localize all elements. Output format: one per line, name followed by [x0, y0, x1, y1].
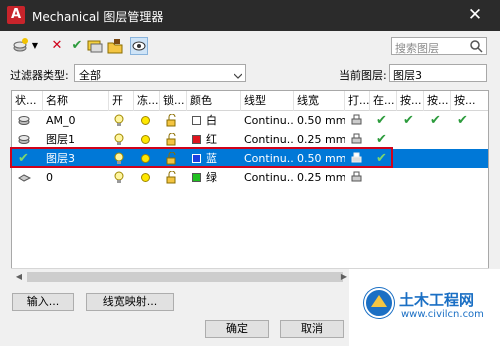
layer-name: 0: [46, 171, 53, 184]
layer-name: AM_0: [46, 114, 76, 127]
filter-type-value: 全部: [79, 69, 101, 82]
column-lock[interactable]: 锁...: [160, 91, 187, 111]
column-on[interactable]: 开: [109, 91, 134, 111]
color-swatch[interactable]: [192, 135, 201, 144]
window-title: Mechanical 图层管理器: [32, 10, 164, 24]
printer-icon[interactable]: [350, 133, 363, 146]
linewidth-map-button[interactable]: 线宽映射...: [86, 293, 174, 311]
lightbulb-icon[interactable]: [113, 114, 126, 127]
column-vp4[interactable]: 按...: [451, 91, 488, 111]
unlock-icon[interactable]: [165, 170, 178, 184]
linetype-value[interactable]: Continu...: [241, 111, 294, 130]
color-name: 绿: [206, 171, 217, 184]
title-bar: A Mechanical 图层管理器 ✕: [0, 0, 500, 31]
ok-button[interactable]: 确定: [205, 320, 269, 338]
current-layer-label: 当前图层:: [339, 69, 387, 82]
input-button[interactable]: 输入...: [12, 293, 74, 311]
sun-icon[interactable]: [139, 133, 152, 146]
color-name: 白: [206, 114, 217, 127]
watermark-name: 土木工程网: [399, 291, 475, 309]
column-linetype[interactable]: 线型: [241, 91, 294, 111]
watermark-logo-icon: [363, 287, 395, 319]
table-header: 状... 名称 开 冻... 锁... 颜色 线型 线宽 打... 在... 按…: [12, 91, 488, 111]
layer-manager-window: A Mechanical 图层管理器 ✕ ▼ ✕ ✔ 搜索图层 过滤器类型: 全…: [0, 0, 500, 346]
dropdown-icon[interactable]: ▼: [30, 37, 40, 55]
scroll-left-icon[interactable]: ◀: [14, 272, 24, 282]
search-icon[interactable]: [469, 39, 483, 53]
sun-icon[interactable]: [139, 171, 152, 184]
printer-icon[interactable]: [350, 114, 363, 127]
lineweight-value[interactable]: 0.50 mm: [294, 111, 345, 130]
cancel-button[interactable]: 取消: [280, 320, 344, 338]
search-input[interactable]: 搜索图层: [391, 37, 487, 55]
layer-table: 状... 名称 开 冻... 锁... 颜色 线型 线宽 打... 在... 按…: [11, 90, 489, 284]
color-swatch[interactable]: [192, 116, 201, 125]
layer-arrow-icon: [18, 171, 32, 184]
unlock-icon[interactable]: [165, 113, 178, 127]
column-color[interactable]: 颜色: [187, 91, 241, 111]
column-freeze[interactable]: 冻...: [134, 91, 160, 111]
lightbulb-icon[interactable]: [113, 133, 126, 146]
new-layer-icon[interactable]: [12, 37, 30, 55]
lineweight-value[interactable]: 0.25 mm: [294, 168, 345, 187]
delete-icon[interactable]: ✕: [48, 37, 66, 55]
folder-icon[interactable]: [106, 37, 124, 55]
scroll-right-icon[interactable]: ▶: [339, 272, 349, 282]
column-vp1[interactable]: 在...: [370, 91, 397, 111]
printer-icon[interactable]: [350, 171, 363, 184]
filter-type-label: 过滤器类型:: [10, 69, 69, 82]
linetype-value[interactable]: Continu...: [241, 168, 294, 187]
toolbar: ▼ ✕ ✔: [10, 37, 170, 57]
column-vp2[interactable]: 按...: [397, 91, 424, 111]
color-swatch[interactable]: [192, 173, 201, 182]
eye-icon[interactable]: [130, 37, 148, 55]
search-placeholder: 搜索图层: [395, 42, 439, 55]
column-vp3[interactable]: 按...: [424, 91, 451, 111]
check-icon[interactable]: ✔: [376, 113, 387, 128]
check-icon[interactable]: ✔: [457, 113, 468, 128]
layer-states-icon[interactable]: [86, 37, 104, 55]
column-status[interactable]: 状...: [12, 91, 43, 111]
highlight-outline: [10, 147, 393, 168]
column-name[interactable]: 名称: [43, 91, 109, 111]
check-icon[interactable]: ✔: [376, 132, 387, 147]
filter-type-select[interactable]: 全部: [74, 64, 246, 82]
close-button[interactable]: ✕: [458, 3, 492, 27]
column-lineweight[interactable]: 线宽: [294, 91, 345, 111]
check-icon[interactable]: ✔: [403, 113, 414, 128]
table-row[interactable]: 0 绿 Continu... 0.25 mm: [12, 168, 488, 187]
unlock-icon[interactable]: [165, 132, 178, 146]
layer-stack-icon: [18, 114, 31, 127]
scrollbar-thumb[interactable]: [27, 272, 343, 282]
watermark-url: www.civilcn.com: [401, 309, 484, 320]
chevron-down-icon: [233, 70, 243, 79]
current-layer-field: 图层3: [389, 64, 487, 82]
lightbulb-icon[interactable]: [113, 171, 126, 184]
column-plot[interactable]: 打...: [345, 91, 370, 111]
sun-icon[interactable]: [139, 114, 152, 127]
set-current-icon[interactable]: ✔: [68, 37, 86, 55]
autocad-app-icon: A: [7, 6, 25, 24]
table-row[interactable]: AM_0 白 Continu... 0.50 mm ✔ ✔ ✔ ✔: [12, 111, 488, 130]
layer-stack-icon: [18, 133, 31, 146]
check-icon[interactable]: ✔: [430, 113, 441, 128]
